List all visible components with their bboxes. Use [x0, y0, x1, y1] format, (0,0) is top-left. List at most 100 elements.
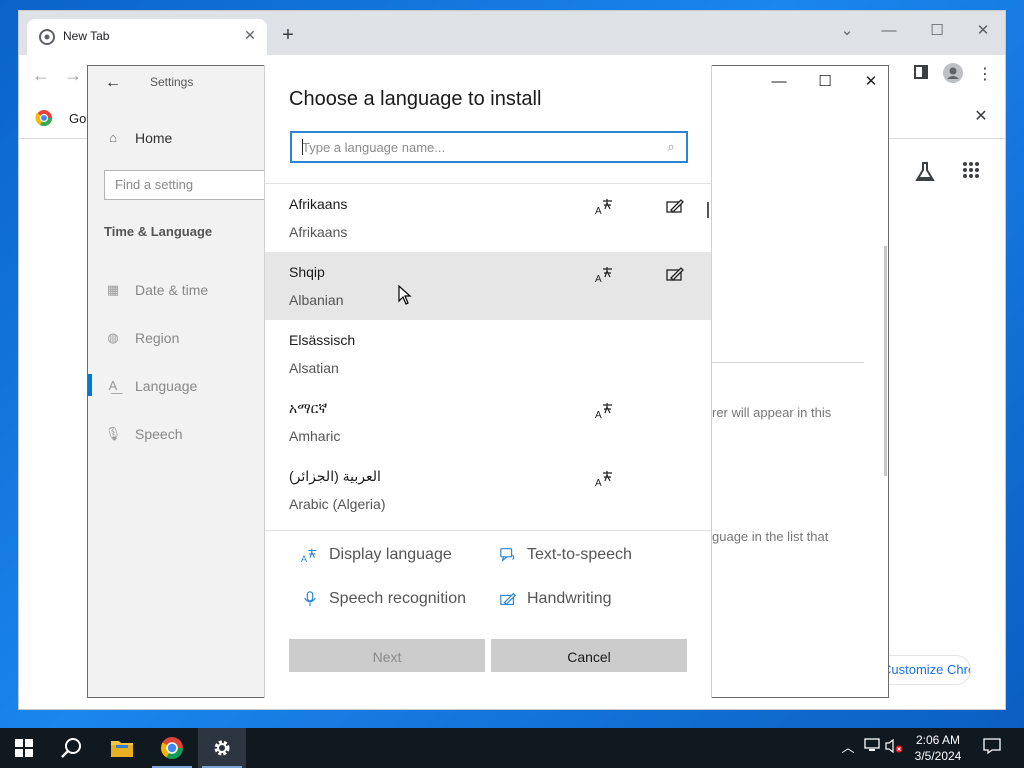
dialog-title: Choose a language to install — [289, 88, 542, 110]
sidebar-item-region[interactable]: ◍ Region — [104, 325, 179, 351]
sidebar-item-language[interactable]: A͟ Language — [104, 373, 198, 399]
svg-text:A: A — [595, 274, 602, 283]
clock-time: 2:06 AM — [915, 733, 961, 747]
file-explorer-button[interactable] — [98, 728, 146, 768]
sidebar-item-label: Date & time — [135, 282, 209, 298]
sidebar-item-label: Region — [135, 330, 180, 346]
google-bookmark-icon[interactable] — [35, 109, 53, 127]
display-language-icon: A — [595, 267, 612, 283]
forward-icon[interactable]: → — [61, 63, 85, 87]
settings-minimize-icon[interactable]: — — [762, 70, 796, 94]
start-button[interactable] — [0, 728, 48, 768]
language-icon: A͟ — [108, 378, 118, 393]
settings-taskbar-button[interactable] — [198, 728, 246, 768]
language-english-name: Afrikaans — [289, 224, 348, 240]
content-text-1: rer will appear in this — [712, 405, 832, 420]
legend-display-language: A Display language — [301, 544, 452, 566]
windows-logo-icon — [15, 739, 33, 757]
language-row-arabic-algeria[interactable]: العربية (الجزائر) Arabic (Algeria) A — [265, 456, 711, 524]
chrome-taskbar-button[interactable] — [148, 728, 196, 768]
chrome-favicon-icon — [39, 29, 55, 45]
language-english-name: Albanian — [289, 292, 344, 308]
language-row-amharic[interactable]: አማርኛ Amharic A — [265, 388, 711, 456]
sidebar-item-label: Speech — [135, 426, 183, 442]
bookmark-label[interactable]: Go — [69, 111, 86, 126]
labs-flask-icon[interactable] — [913, 161, 937, 185]
calendar-clock-icon: ▦ — [106, 282, 120, 297]
next-button-label: Next — [372, 649, 402, 665]
chrome-tab-new-tab[interactable]: New Tab ✕ — [27, 19, 267, 55]
settings-content-pane: — ☐ ✕ rer will appear in this guage in t… — [712, 66, 888, 697]
handwriting-icon — [666, 267, 684, 281]
profile-avatar-icon[interactable] — [941, 63, 965, 87]
legend-label: Text-to-speech — [527, 546, 632, 563]
back-arrow-icon[interactable]: ← — [102, 72, 124, 94]
svg-text:A: A — [301, 554, 307, 564]
legend-label: Display language — [329, 546, 452, 563]
volume-muted-icon[interactable] — [884, 738, 904, 758]
language-row-alsatian[interactable]: Elsässisch Alsatian — [265, 320, 711, 388]
chrome-menu-icon[interactable]: ⋮ — [973, 63, 997, 87]
svg-text:A: A — [595, 410, 602, 419]
back-icon[interactable]: ← — [29, 63, 53, 87]
clock-date: 3/5/2024 — [914, 749, 962, 763]
chrome-minimize-icon[interactable]: — — [869, 17, 909, 45]
network-icon[interactable] — [862, 738, 882, 758]
language-row-afrikaans[interactable]: Afrikaans Afrikaans A — [265, 184, 711, 252]
legend-label: Speech recognition — [329, 590, 466, 607]
language-native-name: Shqip — [289, 264, 325, 280]
settings-scrollbar[interactable] — [884, 246, 887, 476]
chrome-close-icon[interactable]: ✕ — [963, 17, 1003, 45]
language-english-name: Alsatian — [289, 360, 339, 376]
language-native-name: Afrikaans — [289, 196, 348, 212]
settings-sidebar: ← Settings ⌂ Home Find a setting Time & … — [88, 66, 274, 697]
svg-text:A: A — [595, 478, 602, 487]
tab-search-chevron-icon[interactable]: ⌄ — [827, 17, 867, 45]
language-native-name: Elsässisch — [289, 332, 356, 348]
folder-icon — [111, 741, 133, 757]
sidebar-item-speech[interactable]: 🎙 Speech — [104, 421, 183, 447]
system-clock[interactable]: 2:06 AM 3/5/2024 — [904, 732, 972, 764]
notifications-icon[interactable] — [982, 738, 1002, 758]
choose-language-dialog: Choose a language to install ⌕ Afrikaans… — [264, 65, 712, 698]
search-button[interactable] — [48, 728, 96, 768]
settings-title: Settings — [150, 75, 194, 89]
find-setting-input[interactable]: Find a setting — [104, 170, 274, 200]
search-icon: ⌕ — [667, 139, 675, 154]
next-button[interactable]: Next — [289, 639, 485, 672]
text-caret — [302, 139, 303, 155]
language-row-albanian[interactable]: Shqip Albanian A — [265, 252, 711, 320]
show-hidden-icons-chevron-icon[interactable]: ︿ — [838, 738, 858, 758]
chrome-logo-icon — [161, 737, 183, 759]
legend-label: Handwriting — [527, 590, 612, 607]
chrome-tab-title: New Tab — [63, 29, 110, 43]
gear-icon — [214, 740, 230, 756]
bookmark-bar-close-icon[interactable]: ✕ — [969, 105, 993, 129]
handwriting-icon — [666, 199, 684, 213]
language-native-name: አማርኛ — [289, 400, 328, 416]
settings-close-icon[interactable]: ✕ — [854, 70, 888, 94]
language-search-input[interactable] — [292, 133, 652, 161]
svg-text:A: A — [595, 206, 602, 215]
new-tab-plus-icon[interactable]: + — [277, 25, 299, 47]
language-english-name: Amharic — [289, 428, 341, 444]
sidebar-item-label: Language — [135, 378, 198, 394]
language-native-name: العربية (الجزائر) — [289, 468, 381, 484]
content-divider — [712, 362, 864, 363]
sidebar-item-home[interactable]: ⌂ Home — [104, 125, 172, 151]
cancel-button-label: Cancel — [567, 649, 611, 665]
cancel-button[interactable]: Cancel — [491, 639, 687, 672]
text-to-speech-icon — [500, 548, 515, 562]
mouse-cursor-icon — [398, 285, 412, 305]
microphone-icon — [304, 591, 316, 607]
display-language-icon: A — [301, 548, 317, 564]
chrome-maximize-icon[interactable]: ☐ — [917, 17, 957, 45]
language-search-box[interactable]: ⌕ — [290, 131, 688, 163]
settings-maximize-icon[interactable]: ☐ — [808, 70, 842, 94]
chrome-tab-bar: New Tab ✕ + ⌄ — ☐ ✕ — [19, 11, 1005, 55]
language-english-name: Arabic (Algeria) — [289, 496, 386, 512]
chrome-tab-close-icon[interactable]: ✕ — [241, 26, 259, 44]
apps-grid-icon[interactable] — [959, 161, 983, 185]
sidebar-item-date-time[interactable]: ▦ Date & time — [104, 277, 208, 303]
side-panel-icon[interactable] — [909, 63, 933, 87]
